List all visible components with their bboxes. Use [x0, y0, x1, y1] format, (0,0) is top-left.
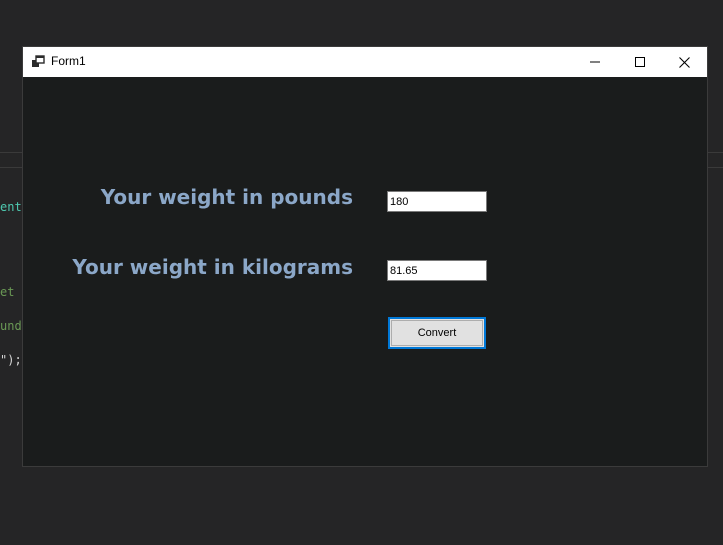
- minimize-button[interactable]: [572, 47, 617, 77]
- convert-button[interactable]: Convert: [388, 317, 486, 349]
- pounds-label: Your weight in pounds: [100, 185, 353, 209]
- window-title: Form1: [51, 54, 86, 68]
- kilograms-label: Your weight in kilograms: [72, 255, 353, 279]
- code-fragment: ");: [0, 353, 22, 367]
- maximize-button[interactable]: [617, 47, 662, 77]
- code-fragment: ent: [0, 200, 22, 214]
- form-window: Form1 Your weight in pounds Your weight …: [22, 46, 708, 467]
- convert-button-label: Convert: [417, 327, 457, 339]
- code-fragment: und: [0, 319, 22, 333]
- close-icon: [679, 56, 690, 68]
- title-bar[interactable]: Form1: [23, 47, 707, 77]
- kilograms-output[interactable]: [387, 260, 487, 281]
- maximize-icon: [634, 57, 645, 67]
- form-icon: [32, 55, 45, 67]
- minimize-icon: [589, 61, 600, 63]
- close-button[interactable]: [662, 47, 707, 77]
- code-fragment: et: [0, 285, 22, 299]
- pounds-input[interactable]: [387, 191, 487, 212]
